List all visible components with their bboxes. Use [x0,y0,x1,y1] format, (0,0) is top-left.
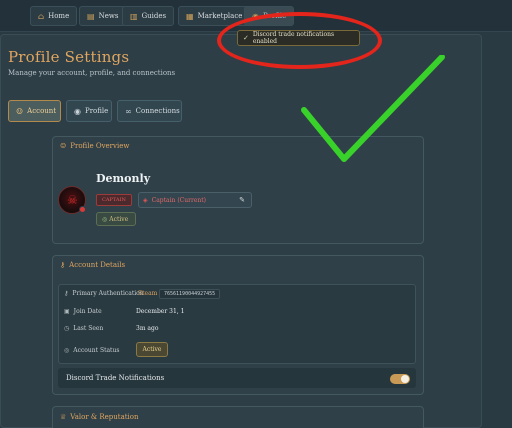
row-primary-auth: ⚷ Primary Authentication [64,290,144,297]
tab-profile-label: Profile [84,107,109,115]
username: Demonly [96,172,151,185]
account-status-badge: Active [136,342,168,357]
rank-select-value: Captain (Current) [151,196,207,204]
row-join-date: ▣ Join Date [64,308,102,315]
user-icon: ☺ [60,142,67,150]
profile-icon: ◉ [74,106,81,116]
join-date-value: December 31, 1 [136,308,185,315]
shield-icon: ◈ [143,196,148,204]
rank-badge: CAPTAIN [96,194,132,206]
last-seen-value: 3m ago [136,325,159,332]
status-badge: ◎ Active [96,212,136,226]
tab-profile[interactable]: ◉ Profile [66,100,112,122]
nav-guides[interactable]: ▥ Guides [122,6,175,26]
key-icon: ⚷ [60,261,66,269]
user-icon: ☺ [16,106,24,116]
pencil-icon[interactable]: ✎ [239,196,245,204]
green-check-annotation [301,55,445,162]
valor-label: Valor & Reputation [70,413,139,421]
row-label: Primary Authentication [72,290,144,297]
book-icon: ▥ [130,11,138,21]
page-title: Profile Settings [8,48,130,66]
steam-id: 76561190044927455 [159,289,221,299]
tab-connections-label: Connections [135,107,180,115]
tab-account[interactable]: ☺ Account [8,100,61,122]
nav-home-label: Home [48,12,70,20]
trophy-icon: ♕ [60,413,67,421]
tab-account-label: Account [27,107,57,115]
nav-marketplace-label: Marketplace [197,12,243,20]
row-label: Account Status [73,347,120,354]
key-icon: ⚷ [64,290,69,297]
nav-news-label: News [98,12,119,20]
profile-overview-label: Profile Overview [70,142,130,150]
news-icon: ▤ [87,11,95,21]
nav-guides-label: Guides [141,12,167,20]
row-label: Join Date [73,308,102,315]
discord-toggle-label: Discord Trade Notifications [66,374,165,382]
row-account-status: ◎ Account Status [64,347,119,354]
account-details-label: Account Details [69,261,126,269]
row-label: Last Seen [73,325,104,332]
auth-provider: Steam [138,290,158,297]
clock-icon: ◷ [64,325,70,332]
nav-home[interactable]: ⌂ Home [30,6,78,26]
row-last-seen: ◷ Last Seen [64,325,103,332]
dot-icon: ◎ [102,215,108,223]
tab-connections[interactable]: ∞ Connections [117,100,182,122]
valor-title: ♕ Valor & Reputation [60,413,139,421]
calendar-icon: ▣ [64,308,70,315]
account-details-title: ⚷ Account Details [60,261,125,269]
status-badge-label: Active [109,215,129,223]
avatar-status-dot [79,206,86,213]
nav-news[interactable]: ▤ News [79,6,127,26]
home-icon: ⌂ [38,11,45,21]
check-circle-icon: ◎ [64,347,70,354]
page-subtitle: Manage your account, profile, and connec… [8,69,176,77]
skull-icon: ☠ [67,193,78,207]
profile-overview-title: ☺ Profile Overview [60,142,129,150]
toggle-knob [401,375,409,383]
shop-icon: ▦ [186,11,194,21]
link-icon: ∞ [125,106,132,116]
rank-select[interactable]: ◈ Captain (Current) ✎ [138,192,252,208]
discord-toggle[interactable] [390,374,410,384]
